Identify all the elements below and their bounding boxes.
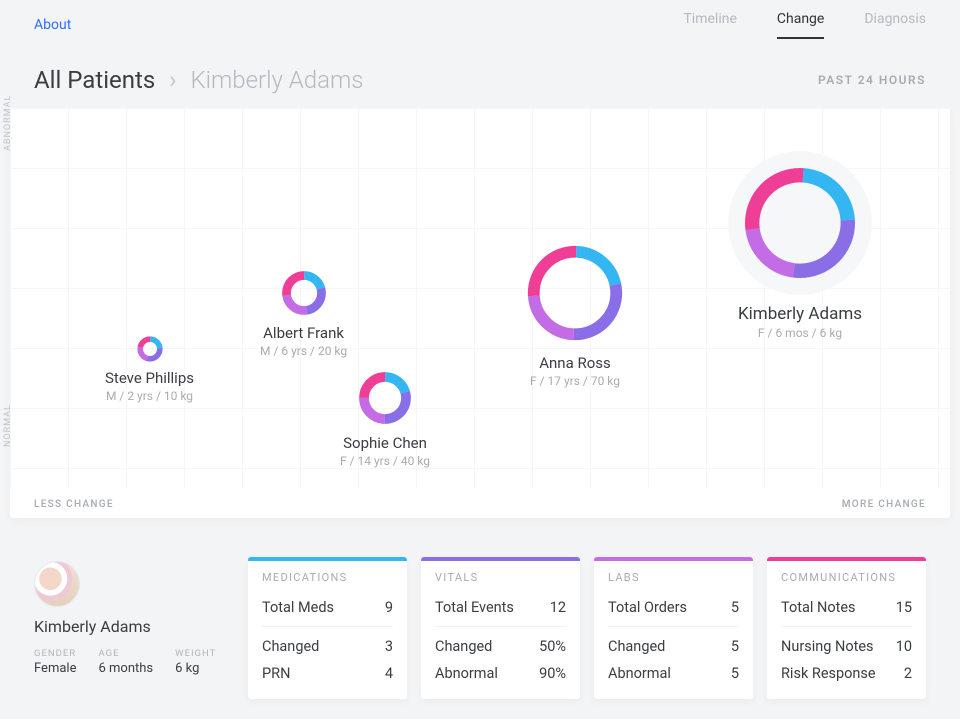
breadcrumb-row: All Patients › Kimberly Adams PAST 24 HO… [0, 50, 960, 108]
patient-info-label: M / 6 yrs / 20 kg [260, 344, 347, 358]
about-link[interactable]: About [34, 17, 71, 33]
patient-node-sophie-chen[interactable]: Sophie Chen F / 14 yrs / 40 kg [340, 368, 430, 468]
attr-age: AGE 6 months [98, 648, 153, 676]
x-axis-left-label: LESS CHANGE [34, 499, 114, 510]
donut-icon [136, 335, 164, 363]
patient-info-label: F / 6 mos / 6 kg [758, 326, 842, 340]
tab-timeline[interactable]: Timeline [683, 11, 736, 39]
patient-name-label: Anna Ross [539, 354, 611, 372]
stat-title: MEDICATIONS [262, 571, 393, 584]
stat-card-medications[interactable]: MEDICATIONS Total Meds9 Changed3 PRN4 [248, 557, 407, 699]
stat-title: COMMUNICATIONS [781, 571, 912, 584]
x-axis-right-label: MORE CHANGE [842, 499, 926, 510]
donut-icon [355, 368, 415, 428]
time-range-label: PAST 24 HOURS [818, 73, 926, 87]
patient-node-anna-ross[interactable]: Anna Ross F / 17 yrs / 70 kg [520, 238, 630, 388]
stat-card-labs[interactable]: LABS Total Orders5 Changed5 Abnormal5 [594, 557, 753, 699]
tab-bar: Timeline Change Diagnosis [683, 11, 926, 39]
x-axis: LESS CHANGE MORE CHANGE [34, 499, 926, 510]
stat-card-communications[interactable]: COMMUNICATIONS Total Notes15 Nursing Not… [767, 557, 926, 699]
breadcrumb-current: Kimberly Adams [190, 66, 363, 94]
stat-title: LABS [608, 571, 739, 584]
avatar[interactable] [34, 561, 80, 607]
patient-node-steve-phillips[interactable]: Steve Phillips M / 2 yrs / 10 kg [105, 335, 194, 403]
change-scatter-board: ABNORMAL NORMAL LESS CHANGE MORE CHANGE … [10, 108, 950, 518]
tab-diagnosis[interactable]: Diagnosis [864, 11, 926, 39]
donut-icon [279, 268, 329, 318]
breadcrumb-root[interactable]: All Patients [34, 66, 155, 94]
patient-name-label: Sophie Chen [343, 434, 427, 452]
donut-icon [725, 148, 875, 298]
attr-gender: GENDER Female [34, 648, 76, 676]
patient-name-label: Steve Phillips [105, 369, 194, 387]
patient-node-kimberly-adams[interactable]: Kimberly Adams F / 6 mos / 6 kg [725, 148, 875, 340]
stat-card-vitals[interactable]: VITALS Total Events12 Changed50% Abnorma… [421, 557, 580, 699]
patient-attributes: GENDER Female AGE 6 months WEIGHT 6 kg [34, 648, 234, 676]
selected-patient-name: Kimberly Adams [34, 617, 234, 636]
patient-info-label: F / 17 yrs / 70 kg [530, 374, 620, 388]
breadcrumb: All Patients › Kimberly Adams [34, 66, 363, 94]
donut-icon [520, 238, 630, 348]
patient-name-label: Albert Frank [263, 324, 344, 342]
patient-info-label: M / 2 yrs / 10 kg [106, 389, 193, 403]
header: About Timeline Change Diagnosis [0, 0, 960, 50]
patient-node-albert-frank[interactable]: Albert Frank M / 6 yrs / 20 kg [260, 268, 347, 358]
y-axis: ABNORMAL NORMAL [8, 118, 22, 488]
chevron-right-icon: › [169, 66, 176, 94]
detail-panel: Kimberly Adams GENDER Female AGE 6 month… [0, 541, 960, 719]
patient-info-label: F / 14 yrs / 40 kg [340, 454, 430, 468]
attr-weight: WEIGHT 6 kg [175, 648, 216, 676]
patient-name-label: Kimberly Adams [738, 304, 862, 324]
stat-title: VITALS [435, 571, 566, 584]
tab-change[interactable]: Change [777, 11, 824, 39]
selected-patient-card: Kimberly Adams GENDER Female AGE 6 month… [34, 557, 234, 676]
